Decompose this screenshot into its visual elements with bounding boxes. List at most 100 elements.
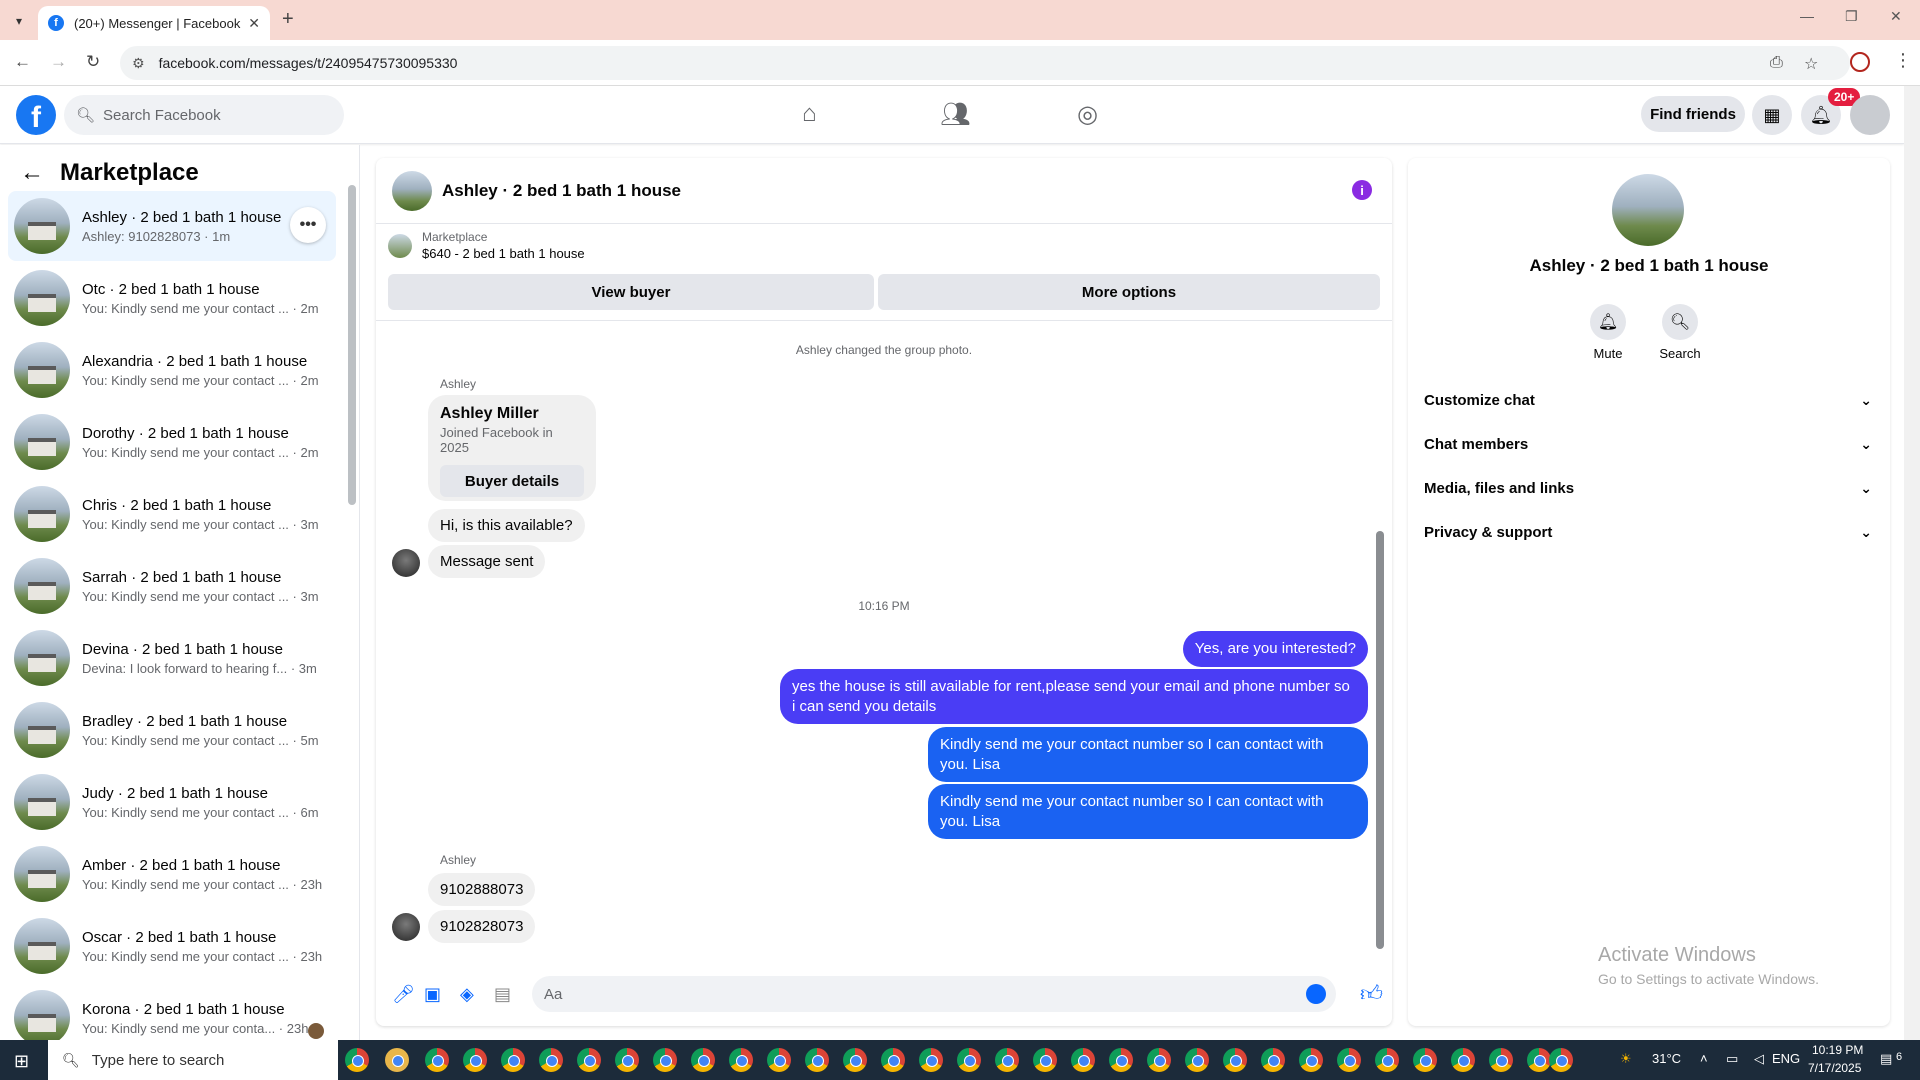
find-friends-button[interactable]: Find friends xyxy=(1641,96,1745,132)
chrome-icon[interactable] xyxy=(805,1048,829,1072)
home-icon[interactable]: ⌂ xyxy=(802,100,817,128)
chrome-icon[interactable] xyxy=(729,1048,753,1072)
chrome-icon[interactable] xyxy=(1261,1048,1285,1072)
chrome-icon[interactable] xyxy=(1337,1048,1361,1072)
chrome-icon[interactable] xyxy=(1413,1048,1437,1072)
section-chat-members[interactable]: Chat members ⌄ xyxy=(1424,424,1872,464)
chrome-icon[interactable] xyxy=(995,1048,1019,1072)
chrome-icon[interactable] xyxy=(1147,1048,1171,1072)
conversation-item[interactable]: Korona · 2 bed 1 bath 1 house You: Kindly… xyxy=(8,983,336,1040)
conversation-item[interactable]: Bradley · 2 bed 1 bath 1 house You: Kindl… xyxy=(8,695,336,765)
language-indicator[interactable]: ENG xyxy=(1772,1051,1800,1066)
chrome-icon[interactable] xyxy=(425,1048,449,1072)
conversation-item[interactable]: Dorothy · 2 bed 1 bath 1 house You: Kindl… xyxy=(8,407,336,477)
chrome-icon[interactable] xyxy=(463,1048,487,1072)
conversation-item[interactable]: Chris · 2 bed 1 bath 1 house You: Kindly … xyxy=(8,479,336,549)
volume-icon[interactable]: ◁ xyxy=(1754,1051,1764,1067)
photo-icon[interactable]: ▣ xyxy=(424,984,441,1005)
section-media-files-links[interactable]: Media, files and links ⌄ xyxy=(1424,468,1872,508)
back-arrow-icon[interactable]: ← xyxy=(20,159,44,187)
network-icon[interactable]: ▭ xyxy=(1726,1051,1738,1067)
message-textbox[interactable] xyxy=(544,985,1284,1003)
chrome-icon[interactable] xyxy=(1527,1048,1551,1072)
conversation-item[interactable]: Alexandria · 2 bed 1 bath 1 house You: Ki… xyxy=(8,335,336,405)
conversation-more-button[interactable]: ••• xyxy=(290,207,326,243)
close-tab-icon[interactable]: ✕ xyxy=(248,15,260,32)
chrome-icon[interactable] xyxy=(501,1048,525,1072)
chrome-icon[interactable] xyxy=(919,1048,943,1072)
chrome-icon[interactable] xyxy=(1375,1048,1399,1072)
conversation-item[interactable]: Judy · 2 bed 1 bath 1 house You: Kindly s… xyxy=(8,767,336,837)
tab-search-dropdown[interactable]: ▾ xyxy=(8,10,30,32)
chat-title[interactable]: Ashley · 2 bed 1 bath 1 house xyxy=(442,181,681,201)
gif-icon[interactable]: ▤ xyxy=(494,984,511,1005)
show-hidden-icons[interactable]: ˄ xyxy=(1700,1051,1708,1066)
conversation-item[interactable]: Oscar · 2 bed 1 bath 1 house You: Kindly … xyxy=(8,911,336,981)
taskbar-app-icon[interactable] xyxy=(345,1048,369,1072)
search-action[interactable]: 🔍︎ Search xyxy=(1650,304,1710,361)
left-scrollbar[interactable] xyxy=(348,185,356,505)
chat-scrollbar[interactable] xyxy=(1376,531,1384,949)
mute-action[interactable]: 🔔︎ Mute xyxy=(1578,304,1638,361)
marketplace-listing[interactable]: Marketplace $640 - 2 bed 1 bath 1 house xyxy=(388,230,585,261)
chrome-icon[interactable] xyxy=(1299,1048,1323,1072)
info-icon[interactable]: i xyxy=(1352,180,1372,200)
temperature[interactable]: 31°C xyxy=(1652,1051,1681,1066)
search-input[interactable] xyxy=(103,106,324,124)
view-buyer-button[interactable]: View buyer xyxy=(388,274,874,310)
windows-start-icon[interactable]: ⊞ xyxy=(14,1051,29,1072)
friends-icon[interactable]: 👥︎ xyxy=(940,100,970,129)
microphone-icon[interactable]: 🎤︎ xyxy=(392,984,415,1005)
notification-center-icon[interactable]: ▤ xyxy=(1880,1051,1892,1067)
groups-icon[interactable]: ◎ xyxy=(1077,100,1098,129)
clock-time[interactable]: 10:19 PM xyxy=(1812,1043,1863,1057)
chrome-icon[interactable] xyxy=(767,1048,791,1072)
conversation-item[interactable]: Amber · 2 bed 1 bath 1 house You: Kindly … xyxy=(8,839,336,909)
chrome-icon[interactable] xyxy=(843,1048,867,1072)
chrome-icon[interactable] xyxy=(653,1048,677,1072)
sticker-icon[interactable]: ◈ xyxy=(460,984,474,1005)
chrome-icon[interactable] xyxy=(1033,1048,1057,1072)
emoji-icon[interactable] xyxy=(1306,984,1326,1004)
chrome-icon[interactable] xyxy=(957,1048,981,1072)
chat-avatar[interactable] xyxy=(392,170,432,211)
url-omnibox[interactable]: ⚙ facebook.com/messages/t/24095475730095… xyxy=(120,46,1850,80)
forward-button[interactable]: → xyxy=(50,52,67,72)
reload-button[interactable]: ↻ xyxy=(86,52,100,72)
section-privacy-support[interactable]: Privacy & support ⌄ xyxy=(1424,512,1872,552)
chrome-icon[interactable] xyxy=(1185,1048,1209,1072)
minimize-button[interactable]: — xyxy=(1800,8,1814,24)
bell-icon[interactable]: 🔔︎ xyxy=(1590,304,1626,340)
message-input[interactable] xyxy=(532,976,1336,1012)
conversation-item[interactable]: Devina · 2 bed 1 bath 1 house Devina: I l… xyxy=(8,623,336,693)
back-button[interactable]: ← xyxy=(14,52,31,72)
clock-date[interactable]: 7/17/2025 xyxy=(1808,1061,1861,1075)
chrome-icon[interactable] xyxy=(1451,1048,1475,1072)
account-avatar[interactable] xyxy=(1850,95,1890,135)
menu-grid-icon[interactable]: ▦ xyxy=(1752,95,1792,135)
restore-button[interactable]: ❐ xyxy=(1845,8,1858,25)
chrome-icon[interactable] xyxy=(1223,1048,1247,1072)
install-app-icon[interactable]: ⎙ xyxy=(1770,54,1783,72)
bookmark-star-icon[interactable]: ☆ xyxy=(1804,54,1818,74)
facebook-logo-icon[interactable]: f xyxy=(16,95,56,135)
browser-menu-icon[interactable]: ⋮ xyxy=(1894,50,1912,71)
more-options-button[interactable]: More options xyxy=(878,274,1380,310)
new-tab-button[interactable]: + xyxy=(282,8,294,31)
conversation-item[interactable]: Ashley · 2 bed 1 bath 1 house Ashley: 910… xyxy=(8,191,336,261)
chrome-icon[interactable] xyxy=(615,1048,639,1072)
close-window-button[interactable]: ✕ xyxy=(1890,8,1902,25)
conversation-item[interactable]: Otc · 2 bed 1 bath 1 house You: Kindly se… xyxy=(8,263,336,333)
page-scrollbar[interactable] xyxy=(1904,86,1920,1040)
chrome-icon[interactable] xyxy=(1071,1048,1095,1072)
profile-icon[interactable] xyxy=(1850,52,1870,72)
tab-messenger[interactable]: f (20+) Messenger | Facebook ✕ xyxy=(38,6,270,40)
site-info-icon[interactable]: ⚙ xyxy=(132,55,145,72)
group-photo[interactable] xyxy=(1612,174,1684,246)
chrome-icon[interactable] xyxy=(539,1048,563,1072)
chrome-icon[interactable] xyxy=(1489,1048,1513,1072)
conversation-item[interactable]: Sarrah · 2 bed 1 bath 1 house You: Kindly… xyxy=(8,551,336,621)
section-customize-chat[interactable]: Customize chat ⌄ xyxy=(1424,380,1872,420)
file-explorer-icon[interactable] xyxy=(385,1048,409,1072)
thumbs-up-icon[interactable]: 👍︎ xyxy=(1360,980,1383,1007)
